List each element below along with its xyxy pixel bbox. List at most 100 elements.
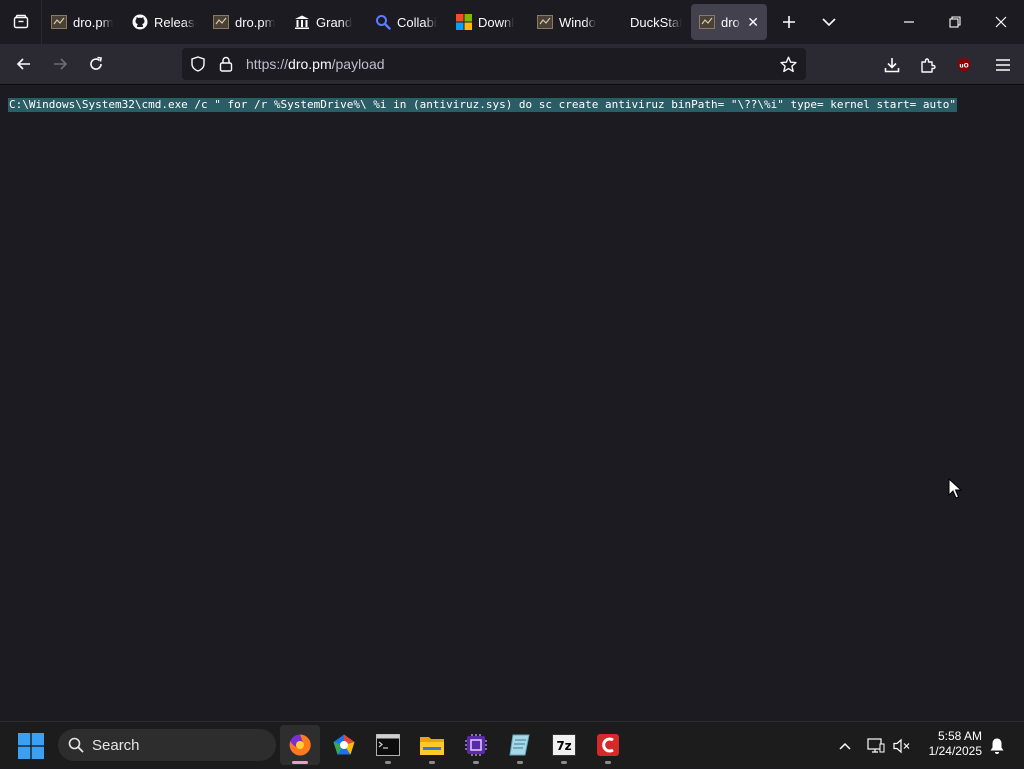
dro-pm-favicon-icon bbox=[699, 14, 715, 30]
tab-dro-pm-2[interactable]: dro.pm bbox=[205, 4, 285, 40]
hamburger-menu-icon bbox=[996, 58, 1010, 71]
tab-downloads[interactable]: Downl bbox=[448, 4, 528, 40]
chevron-up-icon bbox=[839, 742, 851, 750]
mouse-pointer-icon bbox=[948, 478, 962, 499]
tab-dro-pm-active[interactable]: dro.pm ✕ bbox=[691, 4, 767, 40]
minimize-icon bbox=[904, 21, 914, 23]
close-icon bbox=[995, 16, 1007, 28]
lock-icon[interactable] bbox=[212, 48, 240, 80]
page-content: C:\Windows\System32\cmd.exe /c " for /r … bbox=[0, 85, 1024, 721]
show-hidden-icons-button[interactable] bbox=[834, 722, 856, 769]
url-bar[interactable]: https://dro.pm/payload bbox=[182, 48, 806, 80]
bookmark-star-button[interactable] bbox=[774, 48, 802, 80]
restore-button[interactable] bbox=[932, 0, 978, 44]
speaker-muted-icon bbox=[893, 738, 910, 753]
tab-label: Downl bbox=[478, 14, 515, 30]
volume-status[interactable] bbox=[890, 722, 914, 769]
url-path: /payload bbox=[331, 56, 385, 72]
taskbar-clock[interactable]: 5:58 AM 1/24/2025 bbox=[929, 729, 982, 759]
minimize-button[interactable] bbox=[886, 0, 932, 44]
cpu-chip-icon bbox=[465, 734, 487, 756]
window-controls bbox=[886, 0, 1024, 44]
running-indicator bbox=[292, 761, 308, 764]
tab-collabi[interactable]: Collabi bbox=[367, 4, 447, 40]
search-magnifier-icon bbox=[375, 14, 391, 30]
tab-grand[interactable]: Grand bbox=[286, 4, 366, 40]
reload-icon bbox=[90, 56, 102, 70]
star-icon bbox=[779, 56, 797, 72]
list-all-tabs-button[interactable] bbox=[809, 0, 849, 44]
extensions-button[interactable] bbox=[910, 49, 946, 81]
microsoft-icon bbox=[456, 14, 472, 30]
taskbar-app-firefox[interactable] bbox=[280, 725, 320, 765]
forward-button[interactable] bbox=[42, 48, 78, 80]
tab-duckstation[interactable]: DuckStation bbox=[610, 4, 690, 40]
taskbar-app-cpu-z[interactable] bbox=[456, 725, 496, 765]
payload-text-selected[interactable]: C:\Windows\System32\cmd.exe /c " for /r … bbox=[8, 98, 958, 112]
terminal-icon bbox=[376, 734, 400, 756]
network-icon bbox=[867, 737, 885, 753]
7zip-icon: 7z bbox=[552, 734, 576, 756]
tab-dro-pm-1[interactable]: dro.pm bbox=[43, 4, 123, 40]
ublock-origin-button[interactable]: uO bbox=[946, 49, 982, 81]
running-indicator bbox=[429, 761, 435, 764]
firefox-view-icon bbox=[13, 14, 28, 29]
taskbar-app-7zip[interactable]: 7z bbox=[544, 725, 584, 765]
firefox-view-button[interactable] bbox=[0, 0, 42, 44]
github-icon bbox=[132, 14, 148, 30]
windows-start-icon[interactable] bbox=[18, 733, 44, 759]
plus-icon bbox=[783, 16, 795, 28]
downloads-button[interactable] bbox=[874, 49, 910, 81]
notifications-button[interactable] bbox=[986, 722, 1008, 769]
tab-list: dro.pm Releases dro.pm Grand Collabi Dow… bbox=[42, 0, 767, 44]
url-text[interactable]: https://dro.pm/payload bbox=[246, 56, 385, 72]
download-icon bbox=[884, 57, 900, 72]
navigation-toolbar: https://dro.pm/payload uO bbox=[0, 44, 1024, 85]
svg-text:7z: 7z bbox=[556, 739, 571, 753]
folder-icon bbox=[420, 737, 444, 755]
close-tab-icon[interactable]: ✕ bbox=[747, 14, 759, 31]
clock-date: 1/24/2025 bbox=[928, 744, 982, 758]
running-indicator bbox=[473, 761, 479, 764]
tab-label: Windo bbox=[559, 14, 596, 30]
taskbar-search-box[interactable]: Search bbox=[58, 729, 276, 761]
taskbar-app-terminal[interactable] bbox=[368, 725, 408, 765]
taskbar-app-file-explorer[interactable] bbox=[412, 725, 452, 765]
running-indicator bbox=[517, 761, 523, 764]
taskbar-app-browser[interactable] bbox=[324, 725, 364, 765]
library-icon bbox=[294, 14, 310, 30]
tab-releases[interactable]: Releases bbox=[124, 4, 204, 40]
svg-text:uO: uO bbox=[959, 62, 968, 69]
dro-pm-favicon-icon bbox=[213, 14, 229, 30]
chevron-down-icon bbox=[822, 18, 836, 27]
close-window-button[interactable] bbox=[978, 0, 1024, 44]
search-icon bbox=[68, 737, 84, 753]
back-button[interactable] bbox=[6, 48, 42, 80]
search-label: Search bbox=[92, 736, 140, 754]
firefox-icon bbox=[289, 734, 311, 756]
arrow-right-icon bbox=[54, 58, 68, 70]
toolbar-right-buttons: uO bbox=[874, 44, 1024, 85]
bell-icon bbox=[990, 738, 1004, 754]
tab-label: Grand bbox=[316, 14, 353, 30]
taskbar-app-ccleaner[interactable] bbox=[588, 725, 628, 765]
tab-label: Releases bbox=[154, 14, 196, 30]
windows-taskbar: Search 7z 5:58 AM 1/24/2025 bbox=[0, 721, 1024, 768]
taskbar-app-notepad[interactable] bbox=[500, 725, 540, 765]
menu-button[interactable] bbox=[982, 49, 1024, 81]
running-indicator bbox=[605, 761, 611, 764]
tab-label: Collabi bbox=[397, 14, 437, 30]
dro-pm-favicon-icon bbox=[51, 14, 67, 30]
tab-label: dro.pm bbox=[73, 14, 114, 30]
puzzle-piece-icon bbox=[921, 57, 936, 73]
url-host: dro.pm bbox=[288, 56, 332, 72]
running-indicator bbox=[561, 761, 567, 764]
tab-label: DuckStation bbox=[630, 14, 682, 30]
tab-windows[interactable]: Windo bbox=[529, 4, 609, 40]
reload-button[interactable] bbox=[78, 48, 114, 80]
tab-strip: dro.pm Releases dro.pm Grand Collabi Dow… bbox=[0, 0, 1024, 44]
tracking-protection-shield-icon[interactable] bbox=[184, 48, 212, 80]
network-status[interactable] bbox=[864, 722, 888, 769]
new-tab-button[interactable] bbox=[769, 0, 809, 44]
arrow-left-icon bbox=[16, 58, 30, 70]
